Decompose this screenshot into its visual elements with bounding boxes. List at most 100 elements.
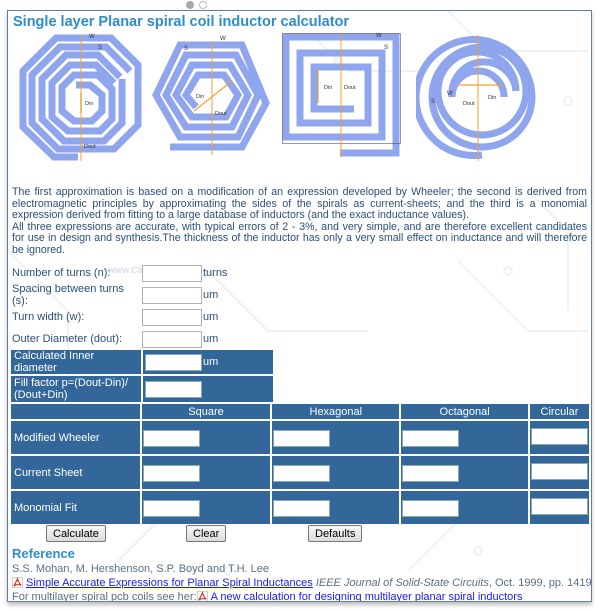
result-cell — [530, 491, 589, 524]
inner-diameter-cell: um — [143, 350, 273, 374]
svg-text:Din: Din — [488, 95, 496, 101]
result-cell — [272, 421, 400, 454]
svg-text:W: W — [89, 34, 95, 40]
width-row: Turn width (w): um — [12, 307, 218, 327]
wheeler-octagonal-output[interactable] — [402, 430, 460, 447]
outer-diameter-input[interactable] — [142, 330, 202, 348]
monomial-circular-output[interactable] — [531, 497, 588, 515]
description: The first approximation is based on a mo… — [12, 186, 587, 257]
result-cell — [401, 456, 528, 489]
results-row-monomial-fit: Monomial Fit — [11, 491, 589, 524]
current-sheet-hexagonal-output[interactable] — [273, 465, 331, 482]
results-header-hexagonal: Hexagonal — [272, 404, 400, 419]
reference-citation: Simple Accurate Expressions for Planar S… — [12, 577, 592, 589]
inner-diameter-label: Calculated Inner diameter — [11, 350, 141, 374]
calculate-button[interactable]: Calculate — [46, 525, 106, 542]
clear-button[interactable]: Clear — [186, 525, 227, 542]
result-cell — [272, 491, 400, 524]
multilayer-prefix: For multilayer spiral pcb coils see her: — [12, 591, 197, 602]
result-cell — [530, 421, 589, 454]
results-header-square: Square — [141, 404, 271, 419]
description-paragraph-1: The first approximation is based on a mo… — [12, 186, 587, 222]
result-cell — [401, 491, 528, 524]
results-header-octagonal: Octagonal — [401, 404, 528, 419]
result-cell — [272, 456, 400, 489]
result-cell — [401, 421, 528, 454]
current-sheet-square-output[interactable] — [142, 465, 200, 482]
results-row-modified-wheeler: Modified Wheeler — [11, 421, 589, 454]
page-title: Single layer Planar spiral coil inductor… — [13, 14, 350, 30]
coil-diagrams: WS Din Dout WS Din Dout W S Din Dout S W… — [16, 33, 591, 165]
width-label: Turn width (w): — [12, 311, 85, 323]
monomial-octagonal-output[interactable] — [402, 500, 460, 517]
fill-factor-output[interactable] — [145, 380, 202, 398]
spacing-row: Spacing between turns (s): um — [12, 283, 219, 307]
svg-text:S: S — [431, 99, 435, 105]
svg-text:W: W — [376, 33, 382, 39]
turns-unit: turns — [203, 267, 228, 279]
svg-text:S: S — [184, 46, 188, 52]
fill-factor-row: Fill factor p=(Dout-Din)/ (Dout+Din) — [11, 376, 273, 402]
width-unit: um — [203, 311, 219, 323]
square-coil-diagram: WS Din Dout — [282, 33, 401, 157]
carousel-dot-1[interactable] — [186, 1, 194, 9]
pdf-icon — [196, 591, 208, 601]
hexagonal-coil-diagram: W S Din Dout — [152, 36, 270, 155]
turns-input[interactable] — [142, 264, 202, 282]
width-input[interactable] — [142, 308, 202, 326]
octagonal-coil-diagram: WS Din Dout — [19, 34, 142, 161]
results-row-label: Monomial Fit — [11, 491, 140, 524]
svg-text:S: S — [98, 45, 102, 51]
result-cell — [141, 456, 271, 489]
fill-factor-label: Fill factor p=(Dout-Din)/ (Dout+Din) — [11, 376, 141, 402]
paper-link[interactable]: Simple Accurate Expressions for Planar S… — [26, 577, 313, 589]
current-sheet-octagonal-output[interactable] — [402, 465, 460, 482]
svg-text:W: W — [220, 36, 226, 42]
svg-text:Dout: Dout — [344, 85, 356, 91]
inner-diameter-output[interactable] — [145, 353, 202, 371]
results-header-blank — [11, 404, 140, 419]
results-header-row: Square Hexagonal Octagonal Circular — [11, 404, 589, 419]
svg-text:S: S — [384, 45, 388, 51]
current-sheet-circular-output[interactable] — [531, 462, 588, 480]
svg-text:Din: Din — [196, 94, 204, 100]
results-header-circular: Circular — [530, 404, 589, 419]
spacing-input[interactable] — [142, 286, 202, 304]
description-paragraph-2: All three expressions are accurate, with… — [12, 220, 587, 256]
pdf-icon — [12, 577, 23, 588]
result-cell — [530, 456, 589, 489]
circular-coil-diagram: S W Dout Din — [416, 35, 536, 161]
defaults-button[interactable]: Defaults — [308, 525, 363, 542]
wheeler-hexagonal-output[interactable] — [273, 430, 331, 447]
monomial-square-output[interactable] — [142, 500, 200, 517]
carousel-dot-2[interactable] — [199, 1, 207, 9]
wheeler-square-output[interactable] — [142, 430, 200, 447]
fill-factor-cell — [143, 376, 273, 402]
spacing-label: Spacing between turns (s): — [12, 283, 124, 307]
svg-text:Dout: Dout — [463, 101, 475, 107]
results-row-label: Modified Wheeler — [11, 421, 140, 454]
svg-text:Din: Din — [324, 85, 332, 91]
svg-text:Dout: Dout — [84, 144, 96, 150]
outer-diameter-unit: um — [203, 333, 219, 345]
journal-name: IEEE Journal of Solid-State Circuits — [315, 577, 489, 589]
result-cell — [141, 491, 271, 524]
reference-heading: Reference — [12, 546, 75, 561]
multilayer-line: For multilayer spiral pcb coils see her:… — [12, 591, 523, 602]
spacing-unit: um — [203, 289, 219, 301]
reference-authors: S.S. Mohan, M. Hershenson, S.P. Boyd and… — [12, 563, 270, 575]
inner-diameter-row: Calculated Inner diameter um — [11, 350, 273, 374]
svg-text:Dout: Dout — [215, 111, 227, 117]
monomial-hexagonal-output[interactable] — [273, 500, 331, 517]
wheeler-circular-output[interactable] — [531, 427, 588, 445]
outer-diameter-row: Outer Diameter (dout): um — [12, 329, 218, 349]
inner-diameter-unit: um — [203, 356, 219, 368]
results-table: Square Hexagonal Octagonal Circular Modi… — [9, 402, 591, 526]
turns-row: Number of turns (n): turns — [12, 263, 227, 283]
turns-label: Number of turns (n): — [12, 267, 111, 279]
multilayer-link[interactable]: A new calculation for designing multilay… — [211, 591, 523, 601]
svg-text:Din: Din — [85, 101, 93, 107]
result-cell — [141, 421, 271, 454]
journal-details: , Oct. 1999, pp. 1419-24. — [488, 577, 592, 589]
outer-diameter-label: Outer Diameter (dout): — [12, 333, 123, 345]
